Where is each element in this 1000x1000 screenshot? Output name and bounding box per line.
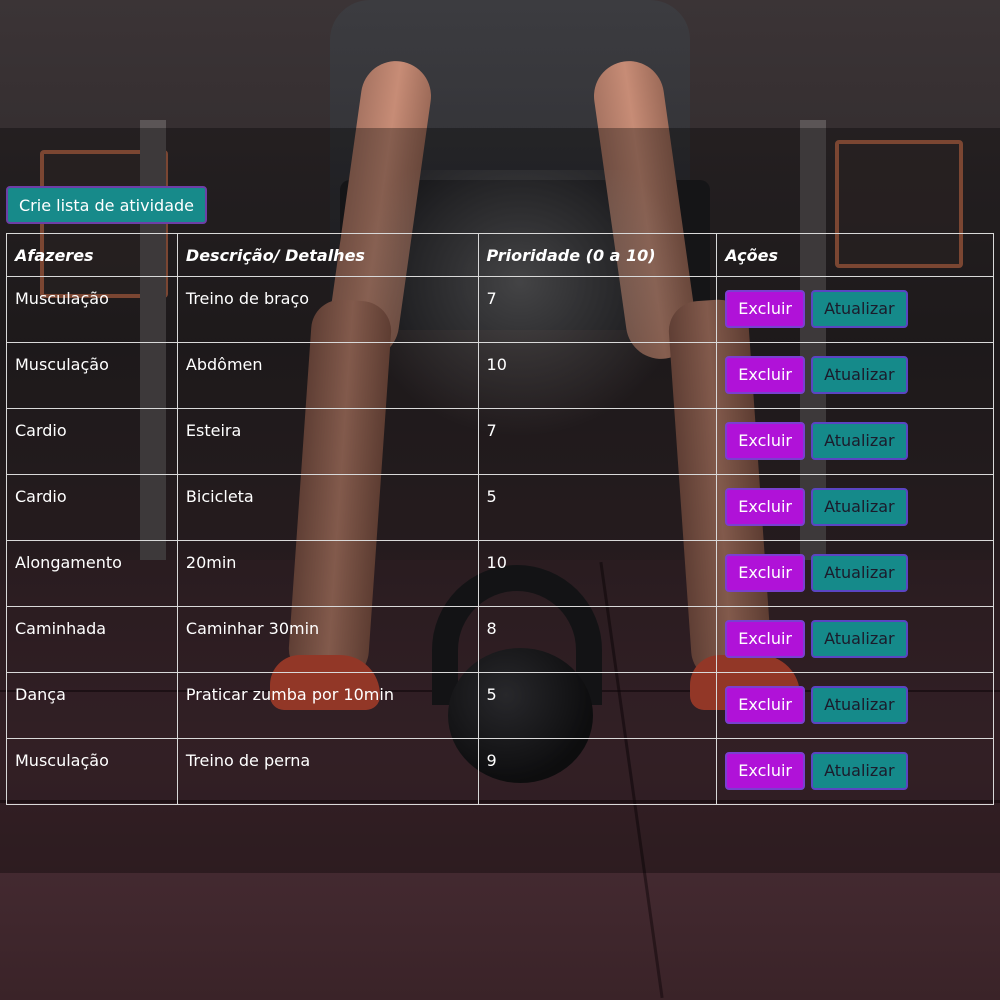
table-row: Caminhada Caminhar 30min 8 Excluir Atual…	[6, 606, 994, 673]
task-cell: Musculação	[6, 276, 178, 343]
delete-button[interactable]: Excluir	[725, 686, 805, 724]
priority-cell: 10	[477, 342, 718, 409]
description-cell: Praticar zumba por 10min	[176, 672, 479, 739]
priority-cell: 5	[477, 474, 718, 541]
task-cell: Musculação	[6, 738, 178, 805]
update-button[interactable]: Atualizar	[811, 488, 908, 526]
priority-cell: 5	[477, 672, 718, 739]
task-cell: Cardio	[6, 474, 178, 541]
header-description: Descrição/ Detalhes	[176, 233, 479, 277]
table-row: Musculação Treino de braço 7 Excluir Atu…	[6, 276, 994, 343]
description-cell: Caminhar 30min	[176, 606, 479, 673]
table-row: Cardio Esteira 7 Excluir Atualizar	[6, 408, 994, 475]
update-button[interactable]: Atualizar	[811, 290, 908, 328]
description-cell: Treino de perna	[176, 738, 479, 805]
update-button[interactable]: Atualizar	[811, 620, 908, 658]
header-priority: Prioridade (0 a 10)	[477, 233, 718, 277]
actions-cell: Excluir Atualizar	[716, 738, 994, 805]
task-cell: Cardio	[6, 408, 178, 475]
header-actions: Ações	[716, 233, 994, 277]
priority-cell: 9	[477, 738, 718, 805]
delete-button[interactable]: Excluir	[725, 554, 805, 592]
delete-button[interactable]: Excluir	[725, 422, 805, 460]
create-activity-list-button[interactable]: Crie lista de atividade	[6, 186, 207, 224]
priority-cell: 8	[477, 606, 718, 673]
delete-button[interactable]: Excluir	[725, 488, 805, 526]
activities-table: Afazeres Descrição/ Detalhes Prioridade …	[6, 233, 994, 805]
main-content: Crie lista de atividade Afazeres Descriç…	[6, 186, 994, 805]
update-button[interactable]: Atualizar	[811, 356, 908, 394]
update-button[interactable]: Atualizar	[811, 554, 908, 592]
task-cell: Caminhada	[6, 606, 178, 673]
delete-button[interactable]: Excluir	[725, 620, 805, 658]
delete-button[interactable]: Excluir	[725, 356, 805, 394]
actions-cell: Excluir Atualizar	[716, 276, 994, 343]
actions-cell: Excluir Atualizar	[716, 606, 994, 673]
header-task: Afazeres	[6, 233, 178, 277]
task-cell: Dança	[6, 672, 178, 739]
actions-cell: Excluir Atualizar	[716, 540, 994, 607]
task-cell: Musculação	[6, 342, 178, 409]
update-button[interactable]: Atualizar	[811, 422, 908, 460]
actions-cell: Excluir Atualizar	[716, 474, 994, 541]
table-row: Musculação Treino de perna 9 Excluir Atu…	[6, 738, 994, 805]
table-row: Alongamento 20min 10 Excluir Atualizar	[6, 540, 994, 607]
table-header-row: Afazeres Descrição/ Detalhes Prioridade …	[6, 233, 994, 277]
table-row: Musculação Abdômen 10 Excluir Atualizar	[6, 342, 994, 409]
actions-cell: Excluir Atualizar	[716, 408, 994, 475]
priority-cell: 10	[477, 540, 718, 607]
description-cell: 20min	[176, 540, 479, 607]
table-row: Dança Praticar zumba por 10min 5 Excluir…	[6, 672, 994, 739]
description-cell: Abdômen	[176, 342, 479, 409]
delete-button[interactable]: Excluir	[725, 290, 805, 328]
description-cell: Bicicleta	[176, 474, 479, 541]
delete-button[interactable]: Excluir	[725, 752, 805, 790]
update-button[interactable]: Atualizar	[811, 752, 908, 790]
description-cell: Esteira	[176, 408, 479, 475]
description-cell: Treino de braço	[176, 276, 479, 343]
priority-cell: 7	[477, 408, 718, 475]
update-button[interactable]: Atualizar	[811, 686, 908, 724]
task-cell: Alongamento	[6, 540, 178, 607]
actions-cell: Excluir Atualizar	[716, 342, 994, 409]
priority-cell: 7	[477, 276, 718, 343]
actions-cell: Excluir Atualizar	[716, 672, 994, 739]
table-row: Cardio Bicicleta 5 Excluir Atualizar	[6, 474, 994, 541]
